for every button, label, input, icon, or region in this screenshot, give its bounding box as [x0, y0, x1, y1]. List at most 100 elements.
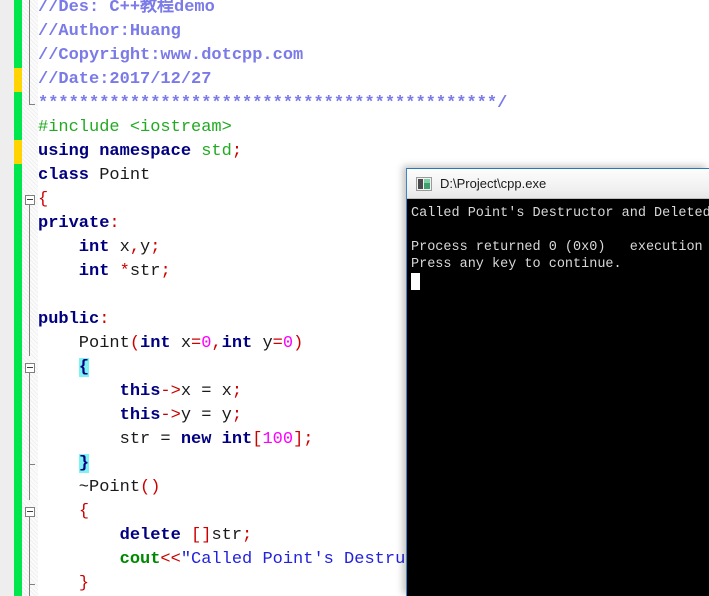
code-token: //Date:2017/12/27 — [38, 70, 212, 89]
code-line: } — [38, 452, 90, 476]
change-bar-segment — [14, 236, 22, 260]
console-output[interactable]: Called Point's Destructor and Deleted st… — [407, 199, 709, 596]
fold-collapse-icon[interactable] — [25, 195, 35, 205]
fold-guide-line — [29, 380, 30, 404]
code-token: int — [38, 262, 120, 281]
code-line: #include <iostream> — [38, 116, 232, 140]
code-token: str = — [38, 430, 181, 449]
code-token: ****************************************… — [38, 94, 508, 113]
code-line: this->x = x; — [38, 380, 242, 404]
code-token: cout — [38, 550, 161, 569]
code-token: ] — [293, 430, 304, 449]
console-line: Process returned 0 (0x0) execution time … — [411, 240, 703, 255]
fold-guide-line — [29, 404, 30, 428]
code-token: delete — [38, 526, 192, 545]
code-line: using namespace std; — [38, 140, 242, 164]
code-token: #include <iostream> — [38, 118, 232, 137]
code-token: public — [38, 310, 100, 329]
change-bar-segment — [14, 212, 22, 236]
code-token: ) — [293, 334, 304, 353]
code-token: str — [129, 262, 161, 281]
change-bar-segment — [14, 332, 22, 356]
code-token: //Copyright:www.dotcpp.com — [38, 46, 304, 65]
code-token: [ — [252, 430, 263, 449]
code-token: using namespace — [38, 142, 202, 161]
code-token: str — [211, 526, 243, 545]
change-bar-segment — [14, 44, 22, 68]
code-token: //Author:Huang — [38, 22, 181, 41]
fold-guide-line — [29, 212, 30, 236]
change-bar-segment — [14, 308, 22, 332]
change-bar-segment — [14, 284, 22, 308]
code-line: this->y = y; — [38, 404, 242, 428]
console-cursor — [411, 273, 420, 290]
code-token: ; — [231, 382, 243, 401]
console-line: Press any key to continue. — [411, 257, 622, 272]
code-token: //Des: C++教程demo — [38, 0, 215, 17]
fold-end-tick — [29, 584, 35, 585]
code-token: 0 — [201, 334, 212, 353]
change-bar-segment — [14, 188, 22, 212]
code-token: : — [99, 310, 110, 329]
code-token: -> — [160, 406, 181, 425]
code-token: int — [38, 238, 120, 257]
code-token: } — [78, 454, 90, 473]
code-token: this — [38, 406, 161, 425]
console-title-bar[interactable]: D:\Project\cpp.exe — [407, 169, 709, 199]
fold-guide-line — [29, 524, 30, 548]
code-token: int — [221, 334, 263, 353]
code-token: ; — [303, 430, 314, 449]
fold-guide-line — [29, 476, 30, 500]
fold-guide-line — [29, 428, 30, 452]
code-line: //Date:2017/12/27 — [38, 68, 211, 92]
code-token: new int — [180, 430, 253, 449]
code-line: { — [38, 500, 89, 524]
code-token: { — [38, 190, 49, 209]
code-token: 0 — [282, 334, 294, 353]
code-line: delete []str; — [38, 524, 253, 548]
console-window[interactable]: D:\Project\cpp.exe Called Point's Destru… — [406, 168, 709, 596]
code-token: , — [129, 238, 141, 257]
change-bar-segment — [14, 116, 22, 140]
fold-end-tick — [29, 104, 35, 105]
code-token: x = x — [180, 382, 232, 401]
code-token: this — [38, 382, 161, 401]
code-line: { — [38, 356, 90, 380]
code-line: int *str; — [38, 260, 171, 284]
fold-guide-line — [29, 548, 30, 572]
change-bar-segment — [14, 380, 22, 404]
code-token: = — [191, 334, 202, 353]
fold-guide-line — [29, 260, 30, 284]
code-line: ~Point() — [38, 476, 161, 500]
change-bar-segment — [14, 260, 22, 284]
change-bar-segment — [14, 404, 22, 428]
code-token: y — [262, 334, 273, 353]
code-token: y — [140, 238, 151, 257]
code-line: ****************************************… — [38, 92, 507, 116]
change-bar-segment — [14, 164, 22, 188]
change-bar-segment — [14, 548, 22, 572]
fold-end-tick — [29, 464, 35, 465]
screen: //Des: C++教程demo //Author:Huang //Copyrigh… — [0, 0, 709, 596]
code-line: private: — [38, 212, 120, 236]
code-token: * — [119, 262, 130, 281]
code-line: public: — [38, 308, 109, 332]
change-bar-segment — [14, 476, 22, 500]
code-folding-column[interactable] — [22, 0, 38, 596]
code-line: } — [38, 572, 89, 596]
change-bar-segment — [14, 140, 22, 164]
fold-collapse-icon[interactable] — [25, 363, 35, 373]
fold-guide-line — [29, 236, 30, 260]
code-line: //Des: C++教程demo — [38, 0, 215, 20]
code-token: class — [38, 166, 100, 185]
fold-collapse-icon[interactable] — [25, 507, 35, 517]
code-token: ~Point — [38, 478, 141, 497]
code-line: int x,y; — [38, 236, 161, 260]
code-token: ( — [129, 334, 141, 353]
code-token: [] — [191, 526, 212, 545]
console-window-icon — [416, 176, 432, 191]
